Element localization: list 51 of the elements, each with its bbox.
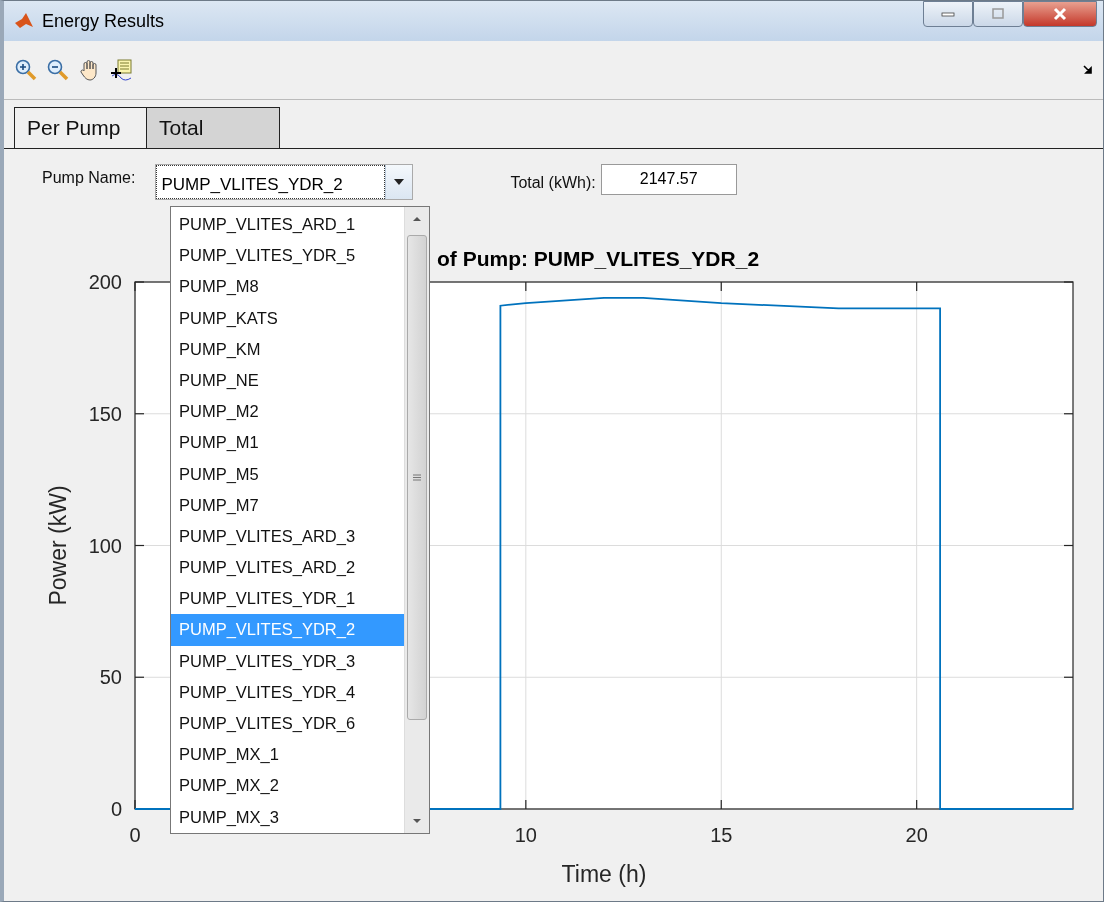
x-tick-label: 10 — [514, 824, 537, 846]
dropdown-item[interactable]: PUMP_M8 — [171, 271, 404, 303]
y-tick-label: 50 — [99, 666, 122, 689]
app-icon — [14, 11, 34, 31]
caret-icon — [394, 178, 405, 185]
tab[interactable]: Total — [146, 107, 280, 148]
y-tick-label: 100 — [88, 534, 122, 557]
dropdown-item[interactable]: PUMP_M2 — [171, 396, 404, 428]
close-icon — [1052, 7, 1068, 21]
zoom-in-icon[interactable] — [14, 58, 38, 82]
y-tick-label: 0 — [110, 798, 122, 820]
dropdown-item[interactable]: PUMP_M1 — [171, 427, 404, 459]
dropdown-item[interactable]: PUMP_VLITES_ARD_2 — [171, 552, 404, 584]
dropdown-item[interactable]: PUMP_VLITES_YDR_4 — [171, 676, 404, 708]
pump-dropdown[interactable]: PUMP_VLITES_YDR_2 — [155, 163, 414, 200]
dropdown-item[interactable]: PUMP_VLITES_YDR_5 — [171, 240, 404, 272]
dropdown-item[interactable]: PUMP_MX_1 — [171, 739, 404, 771]
dropdown-item[interactable]: PUMP_VLITES_YDR_6 — [171, 708, 404, 740]
dropdown-item[interactable]: PUMP_MX_2 — [171, 770, 404, 802]
total-label: Total (kWh): — [510, 173, 596, 192]
dropdown-item[interactable]: PUMP_VLITES_ARD_1 — [171, 209, 404, 241]
dropdown-item[interactable]: PUMP_NE — [171, 364, 404, 397]
maximize-button[interactable] — [973, 1, 1023, 27]
scrollbar-thumb[interactable] — [407, 235, 427, 720]
x-tick-label: 0 — [129, 824, 141, 846]
x-axis-label: Time (h) — [561, 861, 647, 887]
x-tick-label: 20 — [905, 824, 928, 846]
zoom-out-icon[interactable] — [46, 58, 70, 82]
chart-title: of Pump: PUMP_VLITES_YDR_2 — [437, 247, 760, 270]
data-cursor-icon[interactable] — [110, 58, 134, 82]
dropdown-item[interactable]: PUMP_M7 — [171, 489, 404, 521]
minimize-button[interactable] — [923, 1, 973, 27]
total-field[interactable]: 2147.57 — [600, 164, 737, 195]
dropdown-item[interactable]: PUMP_M5 — [171, 458, 404, 490]
tab[interactable]: Per Pump — [14, 107, 147, 148]
y-tick-label: 200 — [88, 271, 122, 293]
pump-name-label: Pump Name: — [42, 168, 136, 187]
dock-arrow-icon[interactable] — [1083, 65, 1093, 75]
close-button[interactable] — [1023, 1, 1097, 27]
y-tick-label: 150 — [88, 402, 122, 425]
dropdown-item[interactable]: PUMP_KATS — [171, 302, 404, 334]
dropdown-item[interactable]: PUMP_KM — [171, 333, 404, 365]
dropdown-item[interactable]: PUMP_VLITES_ARD_3 — [171, 520, 404, 553]
dropdown-item[interactable]: PUMP_VLITES_YDR_1 — [171, 583, 404, 615]
x-tick-label: 15 — [710, 824, 733, 846]
dropdown-item[interactable]: PUMP_MX_3 — [171, 801, 404, 833]
dropdown-item[interactable]: PUMP_VLITES_YDR_3 — [171, 645, 404, 677]
minimize-icon — [941, 11, 955, 17]
window-title: Energy Results — [42, 10, 165, 32]
maximize-icon — [991, 8, 1005, 20]
y-axis-label: Power (kW) — [45, 485, 71, 606]
